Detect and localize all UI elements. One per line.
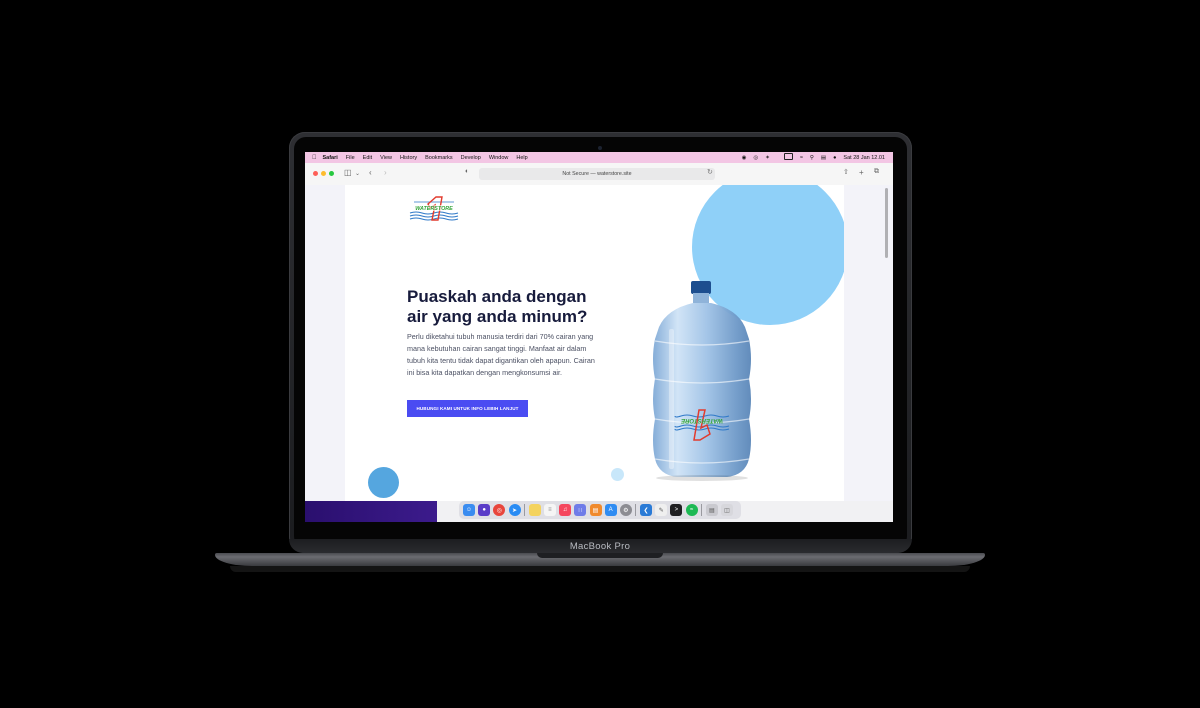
terminal-icon[interactable]: > xyxy=(670,504,683,516)
status-area: ◉ ◎ ✶ ≈ ⚲ ▤ ● Sat 28 Jan 12.01 xyxy=(735,153,885,162)
hero-paragraph: Perlu diketahui tubuh manusia terdiri da… xyxy=(407,332,595,377)
page-scrollbar[interactable] xyxy=(885,188,888,258)
battery-icon[interactable] xyxy=(777,153,793,162)
siri-icon[interactable]: ● xyxy=(478,504,491,516)
finder-icon[interactable]: ☺ xyxy=(463,504,475,516)
gallon-label-text: WATERSTORE xyxy=(680,417,723,423)
books-icon[interactable]: ▤ xyxy=(589,504,602,516)
notes-icon[interactable] xyxy=(528,504,541,516)
desktop-wallpaper xyxy=(305,500,437,522)
address-bar[interactable]: Not Secure — waterstore.site xyxy=(479,168,715,180)
water-gallon-image: WATERSTORE xyxy=(653,281,751,481)
safari-window: ◫ ⌄ ‹ › ◐ Not Secure — waterstore.site ↻… xyxy=(305,163,893,501)
new-tab-icon[interactable]: + xyxy=(859,168,864,177)
safari-icon[interactable]: ➤ xyxy=(508,504,521,516)
menu-bar:  Safari File Edit View History Bookmark… xyxy=(305,152,893,163)
apple-menu-icon[interactable]:  xyxy=(312,155,317,161)
shield-icon[interactable]: ◐ xyxy=(465,168,469,175)
search-icon[interactable]: ⚲ xyxy=(810,155,814,161)
siri-icon[interactable]: ● xyxy=(833,155,836,161)
chrome-icon[interactable]: ◎ xyxy=(493,504,506,516)
control-center-icon[interactable]: ▤ xyxy=(821,155,826,161)
trash-icon[interactable]: ◫ xyxy=(721,504,733,516)
web-content: WATERSTORE Puaskah anda dengan air yang … xyxy=(305,185,893,501)
logo-wordmark: WATERSTORE xyxy=(415,206,453,212)
spotify-icon[interactable]: ≈ xyxy=(685,504,698,516)
macbook-label: MacBook Pro xyxy=(569,541,631,552)
dock-separator xyxy=(523,504,525,516)
vscode-icon[interactable]: ❮ xyxy=(640,504,653,516)
contact-us-button[interactable]: HUBUNGI KAMI UNTUK INFO LEBIH LANJUT xyxy=(407,400,528,417)
dock: ☺ ● ◎ ➤ ≡ ♫ ∷ ▤ A ⚙ ❮ ✎ > ≈ ▤ ◫ xyxy=(459,501,741,519)
reminders-icon[interactable]: ≡ xyxy=(543,504,556,516)
settings-icon[interactable]: ⚙ xyxy=(619,504,632,516)
camera-icon xyxy=(598,146,602,150)
menu-bookmarks[interactable]: Bookmarks xyxy=(425,155,453,161)
browser-toolbar: ◫ ⌄ ‹ › ◐ Not Secure — waterstore.site ↻… xyxy=(305,163,893,186)
menu-develop[interactable]: Develop xyxy=(461,155,481,161)
landing-page: WATERSTORE Puaskah anda dengan air yang … xyxy=(345,185,844,501)
laptop-base xyxy=(215,553,985,566)
menu-edit[interactable]: Edit xyxy=(363,155,372,161)
minimize-window-icon[interactable] xyxy=(321,171,326,176)
tabs-overview-icon[interactable]: ⧉ xyxy=(874,168,879,176)
dock-separator xyxy=(700,504,702,516)
reload-icon[interactable]: ↻ xyxy=(707,168,713,176)
menu-file[interactable]: File xyxy=(346,155,355,161)
decorative-circle-tiny xyxy=(611,468,624,481)
menu-history[interactable]: History xyxy=(400,155,417,161)
close-window-icon[interactable] xyxy=(313,171,318,176)
back-icon[interactable]: ‹ xyxy=(369,168,372,177)
menu-app-name[interactable]: Safari xyxy=(323,155,338,161)
record-icon[interactable]: ◉ xyxy=(742,155,747,161)
laptop-shadow xyxy=(230,566,970,572)
sidebar-chevron-icon[interactable]: ⌄ xyxy=(355,170,360,177)
music-icon[interactable]: ♫ xyxy=(559,504,572,516)
wifi-icon[interactable]: ≈ xyxy=(800,155,803,161)
sidebar-icon[interactable]: ◫ xyxy=(344,168,352,177)
bluetooth-icon[interactable]: ✶ xyxy=(765,155,770,161)
forward-icon[interactable]: › xyxy=(384,168,387,177)
documents-icon[interactable]: ▤ xyxy=(705,504,718,516)
waterstore-logo[interactable]: WATERSTORE xyxy=(408,196,460,222)
menu-help[interactable]: Help xyxy=(516,155,527,161)
menu-view[interactable]: View xyxy=(380,155,392,161)
screen-icon[interactable]: ◎ xyxy=(753,155,758,161)
zoom-window-icon[interactable] xyxy=(329,171,334,176)
hero-headline: Puaskah anda dengan air yang anda minum? xyxy=(407,287,588,326)
app-store-icon[interactable]: A xyxy=(604,504,617,516)
menubar-clock[interactable]: Sat 28 Jan 12.01 xyxy=(843,155,885,161)
screen:  Safari File Edit View History Bookmark… xyxy=(305,152,893,522)
launchpad-icon[interactable]: ∷ xyxy=(574,504,587,516)
decorative-circle-small xyxy=(368,467,399,498)
share-icon[interactable]: ⇧ xyxy=(843,168,849,176)
dock-separator xyxy=(635,504,637,516)
textedit-icon[interactable]: ✎ xyxy=(655,504,668,516)
laptop-notch xyxy=(537,553,663,558)
menu-window[interactable]: Window xyxy=(489,155,509,161)
